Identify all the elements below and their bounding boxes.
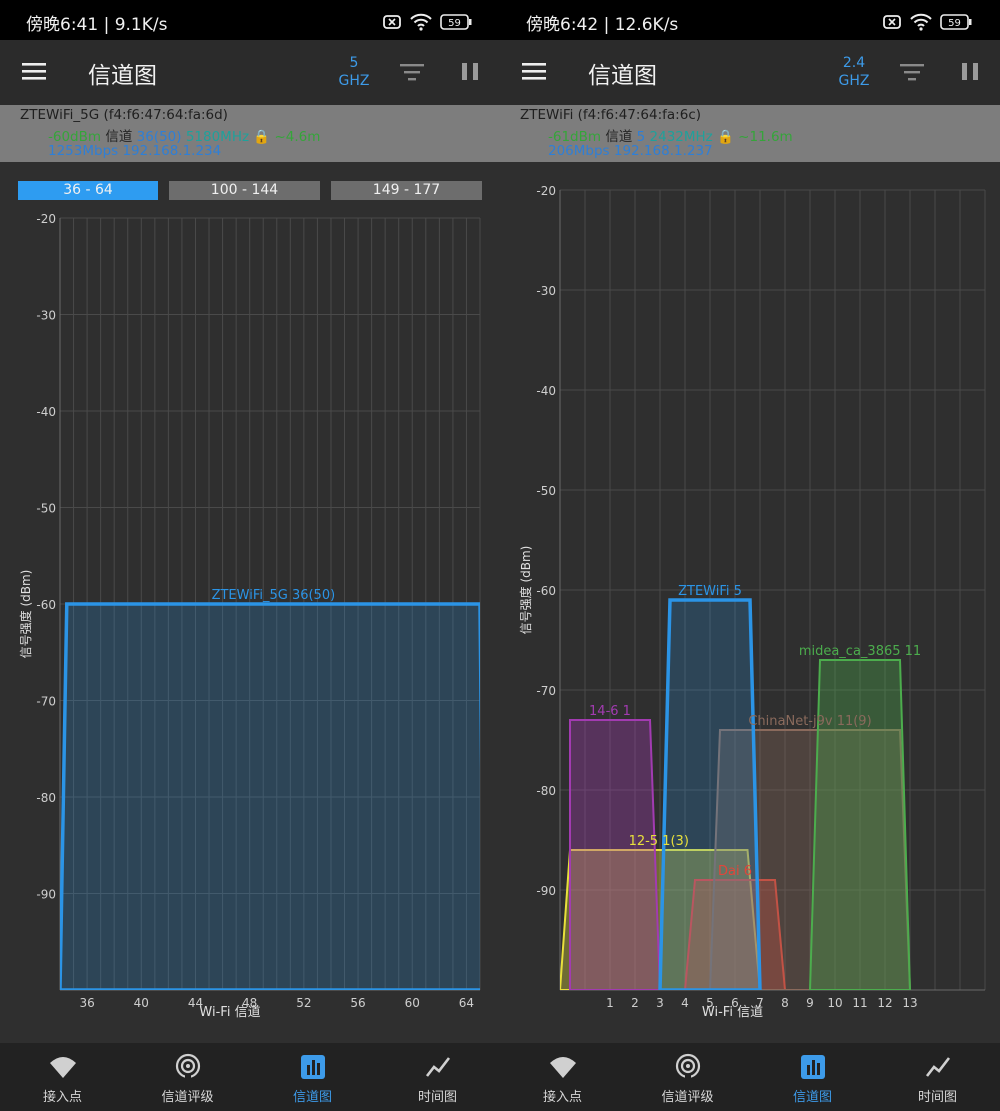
wifi-icon [549,1057,576,1078]
y-axis-title: 信号强度 (dBm) [18,570,33,659]
y-tick-label: -90 [36,888,56,902]
nav-label: 时间图 [917,1090,957,1105]
x-tick-label: 52 [296,996,311,1010]
nav-item-wifi[interactable]: 接入点 [0,1043,125,1111]
x-tick-label: 60 [405,996,420,1010]
nav-label: 信道评级 [161,1090,214,1105]
x-tick-label: 56 [350,996,365,1010]
y-tick-label: -90 [536,884,556,898]
y-tick-label: -60 [536,584,556,598]
series-area [569,719,662,990]
x-tick-label: 10 [827,996,842,1010]
series-area [658,598,762,990]
nav-label: 时间图 [417,1090,457,1105]
bottom-navigation: 接入点 信道评级 信道图 时间图 [0,1043,500,1111]
nav-item-wifi[interactable]: 接入点 [500,1043,625,1111]
x-tick-label: 9 [806,996,814,1010]
x-axis-title: Wi-Fi 信道 [199,1005,260,1020]
y-tick-label: -40 [36,405,56,419]
series-area [60,602,480,990]
wifi-icon [49,1057,76,1078]
x-tick-label: 3 [656,996,664,1010]
y-tick-label: -20 [536,184,556,198]
series-label: midea_ca_3865 11 [799,644,921,659]
y-tick-label: -80 [536,784,556,798]
left-screen: 傍晚6:41 | 9.1K/s 59 信道图 5 GHZ ZTEWiFi_5G … [0,0,500,1111]
signal-rating-icon [675,1053,700,1080]
y-tick-label: -30 [536,284,556,298]
bottom-navigation: 接入点 信道评级 信道图 时间图 [500,1043,1000,1111]
y-axis-title: 信号强度 (dBm) [518,546,533,635]
nav-item-signal-rating[interactable]: 信道评级 [125,1043,250,1111]
x-tick-label: 12 [877,996,892,1010]
x-tick-label: 36 [79,996,94,1010]
y-tick-label: -50 [536,484,556,498]
series-label: Dai 6 [718,864,752,879]
x-tick-label: 4 [681,996,689,1010]
x-tick-label: 8 [781,996,789,1010]
series-group [60,602,480,990]
series-label: ChinaNet-j9v 11(9) [748,714,871,729]
y-tick-label: -20 [36,212,56,226]
x-tick-label: 13 [902,996,917,1010]
right-screen: 傍晚6:42 | 12.6K/s 59 信道图 2.4 GHZ ZTEWiFi … [500,0,1000,1111]
y-tick-label: -30 [36,309,56,323]
time-graph-icon [425,1057,450,1077]
channel-chart-5ghz: -20-30-40-50-60-70-80-9036 40 44 48 52 56 60 64… [18,212,481,1020]
nav-item-channel-graph[interactable]: 信道图 [250,1043,375,1111]
series-label: ZTEWiFi 5 [678,584,742,599]
nav-item-channel-graph[interactable]: 信道图 [750,1043,875,1111]
channel-graph-icon [300,1055,325,1079]
signal-rating-icon [175,1053,200,1080]
channel-graph-icon [800,1055,825,1079]
y-tick-label: -60 [36,598,56,612]
series-area [808,659,912,990]
x-tick-label: 11 [852,996,867,1010]
time-graph-icon [925,1057,950,1077]
y-tick-label: -50 [36,502,56,516]
x-tick-label: 40 [134,996,149,1010]
x-tick-label: 2 [631,996,639,1010]
series-label: 12-5 1(3) [629,834,689,849]
y-tick-label: -40 [536,384,556,398]
nav-item-time-graph[interactable]: 时间图 [875,1043,1000,1111]
nav-label: 信道图 [792,1090,832,1105]
y-tick-label: -70 [536,684,556,698]
nav-item-signal-rating[interactable]: 信道评级 [625,1043,750,1111]
series-label: 14-6 1 [589,704,631,719]
series-label: ZTEWiFi_5G 36(50) [212,588,336,603]
nav-label: 接入点 [542,1090,582,1105]
y-tick-label: -70 [36,695,56,709]
nav-item-time-graph[interactable]: 时间图 [375,1043,500,1111]
nav-label: 信道评级 [661,1090,714,1105]
x-tick-label: 1 [606,996,614,1010]
channel-chart-2-4ghz: -20-30-40-50-60-70-80-901 2 3 4 5 6 7 8 9 10 11 12 1… [518,184,986,1020]
x-axis-title: Wi-Fi 信道 [702,1005,763,1020]
nav-label: 接入点 [42,1090,82,1105]
nav-label: 信道图 [292,1090,332,1105]
y-tick-label: -80 [36,791,56,805]
x-tick-label: 64 [459,996,474,1010]
